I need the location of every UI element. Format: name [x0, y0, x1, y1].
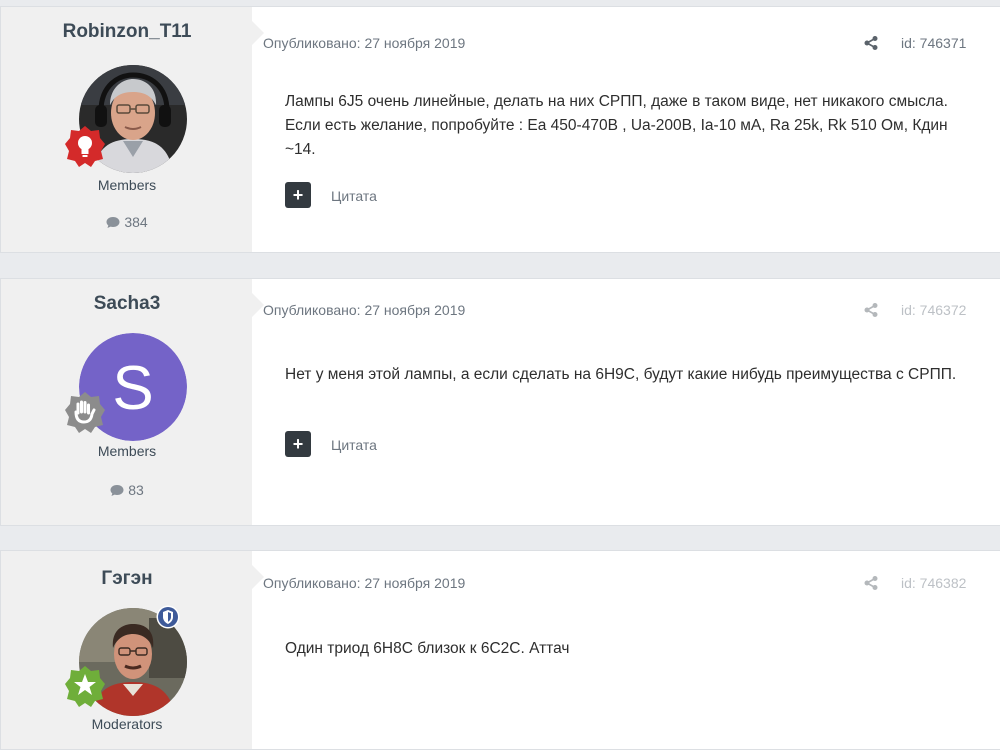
comment-icon — [106, 217, 120, 228]
rank-badge — [64, 665, 106, 707]
share-icon[interactable] — [863, 35, 879, 51]
rank-badge — [64, 125, 106, 167]
author-panel: Гэгэн Moderators — [0, 551, 252, 749]
author-group: Members — [97, 177, 157, 193]
multiquote-button[interactable]: + — [285, 182, 311, 208]
post-count-value: 83 — [128, 482, 144, 498]
comment-icon — [110, 485, 124, 496]
post-content: Один триод 6Н8С близок к 6С2С. Аттач — [285, 640, 570, 657]
post-count: 384 — [1, 214, 253, 230]
shield-icon — [156, 605, 180, 629]
post-date[interactable]: Опубликовано: 27 ноября 2019 — [263, 575, 465, 591]
lightbulb-badge-icon — [65, 126, 105, 167]
author-group: Members — [97, 443, 157, 459]
multiquote-button[interactable]: + — [285, 431, 311, 457]
post-date[interactable]: Опубликовано: 27 ноября 2019 — [263, 302, 465, 318]
post-content: Нет у меня этой лампы, а если сделать на… — [285, 366, 957, 383]
share-icon[interactable] — [863, 302, 879, 318]
post-746382: Гэгэн Moderators Опубликовано: 27 ноября… — [0, 550, 1000, 750]
post-date[interactable]: Опубликовано: 27 ноября 2019 — [263, 35, 465, 51]
post-count-value: 384 — [124, 214, 148, 230]
post-746372: Sacha3 S Members 83 Опубликовано: 27 ноя… — [0, 278, 1000, 526]
star-badge-icon — [65, 666, 105, 707]
quote-button[interactable]: Цитата — [331, 437, 377, 453]
post-id[interactable]: id: 746371 — [901, 35, 966, 51]
author-panel: Sacha3 S Members 83 — [0, 279, 252, 525]
share-icon[interactable] — [863, 575, 879, 591]
rank-badge — [64, 391, 106, 433]
quote-button[interactable]: Цитата — [331, 188, 377, 204]
post-id[interactable]: id: 746382 — [901, 575, 966, 591]
author-group: Moderators — [91, 716, 163, 732]
wave-hand-badge-icon — [65, 392, 105, 433]
author-username[interactable]: Гэгэн — [1, 568, 253, 590]
author-username[interactable]: Robinzon_T11 — [1, 21, 253, 43]
svg-text:S: S — [112, 354, 153, 423]
post-count: 83 — [1, 482, 253, 498]
post-746371: Robinzon_T11 Members 384 Опубликовано: 2… — [0, 6, 1000, 253]
moderator-badge — [156, 605, 180, 629]
post-content: Лампы 6J5 очень линейные, делать на них … — [285, 93, 948, 158]
author-username[interactable]: Sacha3 — [1, 293, 253, 315]
author-panel: Robinzon_T11 Members 384 — [0, 7, 252, 252]
post-id[interactable]: id: 746372 — [901, 302, 966, 318]
